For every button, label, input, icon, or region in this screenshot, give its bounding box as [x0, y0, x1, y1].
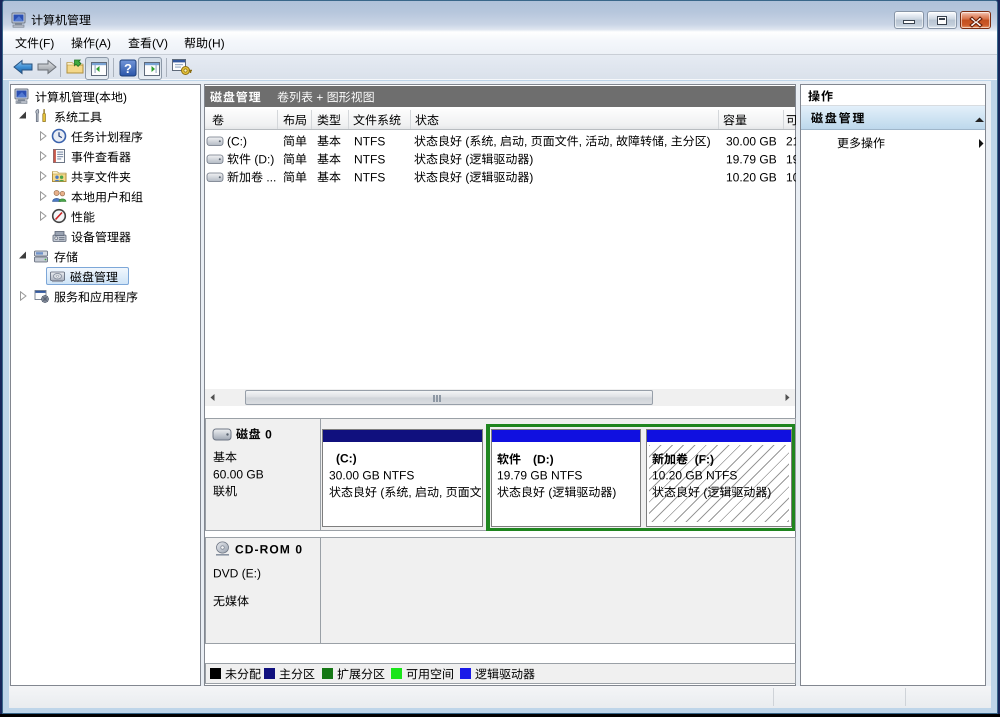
svg-text:?: ?	[124, 61, 132, 76]
